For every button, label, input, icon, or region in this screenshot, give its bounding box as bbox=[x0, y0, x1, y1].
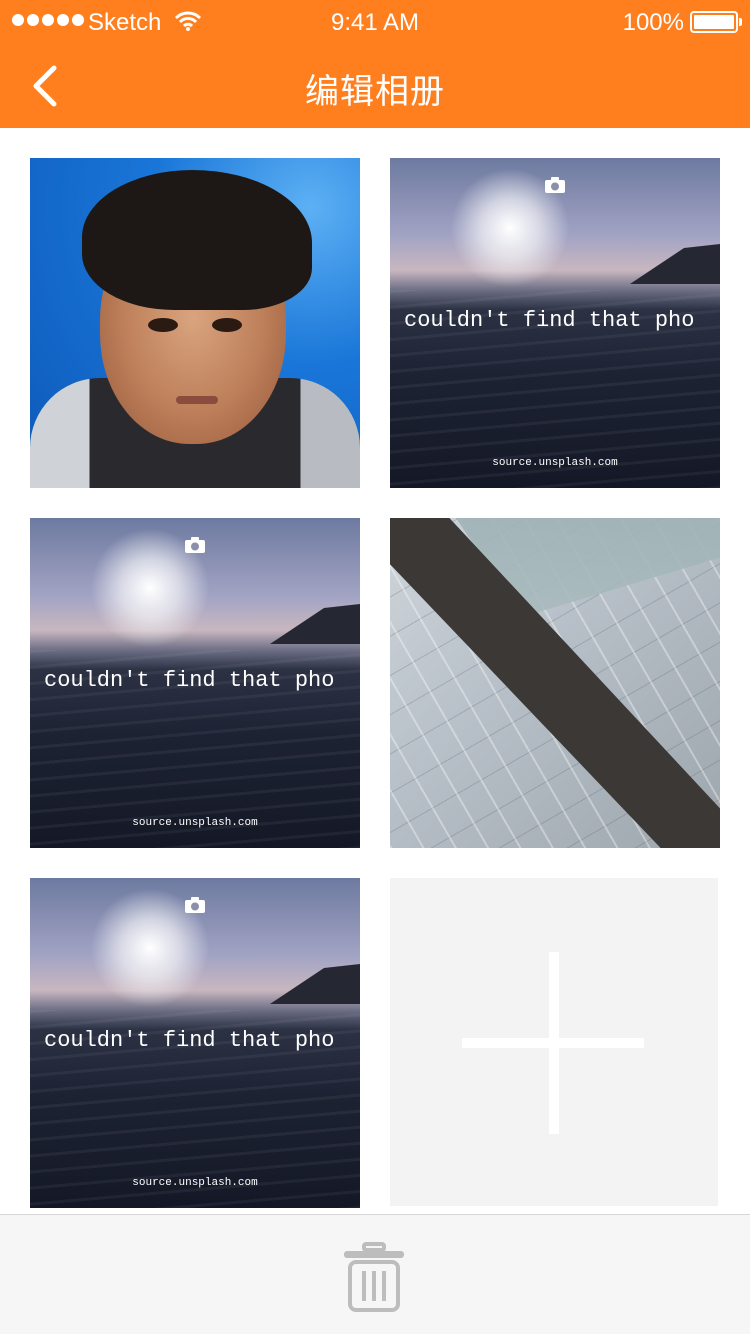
photo-tile-architecture[interactable] bbox=[390, 518, 720, 848]
photo-source-label: source.unsplash.com bbox=[492, 457, 618, 469]
photo-grid: couldn't find that pho source.unsplash.c… bbox=[30, 158, 720, 1208]
photo-eye-right bbox=[212, 318, 242, 332]
camera-icon bbox=[185, 897, 205, 913]
photo-hair bbox=[82, 170, 312, 310]
mountain-silhouette bbox=[270, 964, 360, 1004]
battery-percent: 100% bbox=[622, 9, 684, 36]
camera-icon bbox=[185, 537, 205, 553]
camera-icon bbox=[545, 177, 565, 193]
photo-source-label: source.unsplash.com bbox=[132, 1177, 258, 1189]
bottom-toolbar bbox=[0, 1214, 750, 1334]
photo-tile-portrait[interactable] bbox=[30, 158, 360, 488]
mountain-silhouette bbox=[630, 244, 720, 284]
delete-button[interactable] bbox=[340, 1241, 408, 1313]
photo-eye-left bbox=[148, 318, 178, 332]
photo-tile-placeholder[interactable]: couldn't find that pho source.unsplash.c… bbox=[390, 158, 720, 488]
photo-error-message: couldn't find that pho bbox=[44, 668, 335, 693]
photo-source-label: source.unsplash.com bbox=[132, 817, 258, 829]
status-bar: Sketch 9:41 AM 100% bbox=[0, 0, 750, 44]
page-title: 编辑相册 bbox=[305, 73, 445, 111]
photo-error-message: couldn't find that pho bbox=[44, 1028, 335, 1053]
header: Sketch 9:41 AM 100% 编辑相册 bbox=[0, 0, 750, 128]
photo-tile-placeholder[interactable]: couldn't find that pho source.unsplash.c… bbox=[30, 518, 360, 848]
photo-error-message: couldn't find that pho bbox=[404, 308, 695, 333]
nav-bar: 编辑相册 bbox=[0, 44, 750, 128]
photo-tile-placeholder[interactable]: couldn't find that pho source.unsplash.c… bbox=[30, 878, 360, 1208]
trash-icon bbox=[344, 1242, 404, 1312]
add-photo-button[interactable] bbox=[390, 878, 718, 1206]
mountain-silhouette bbox=[270, 604, 360, 644]
battery-full-icon bbox=[690, 11, 742, 33]
photo-mouth bbox=[176, 396, 218, 404]
